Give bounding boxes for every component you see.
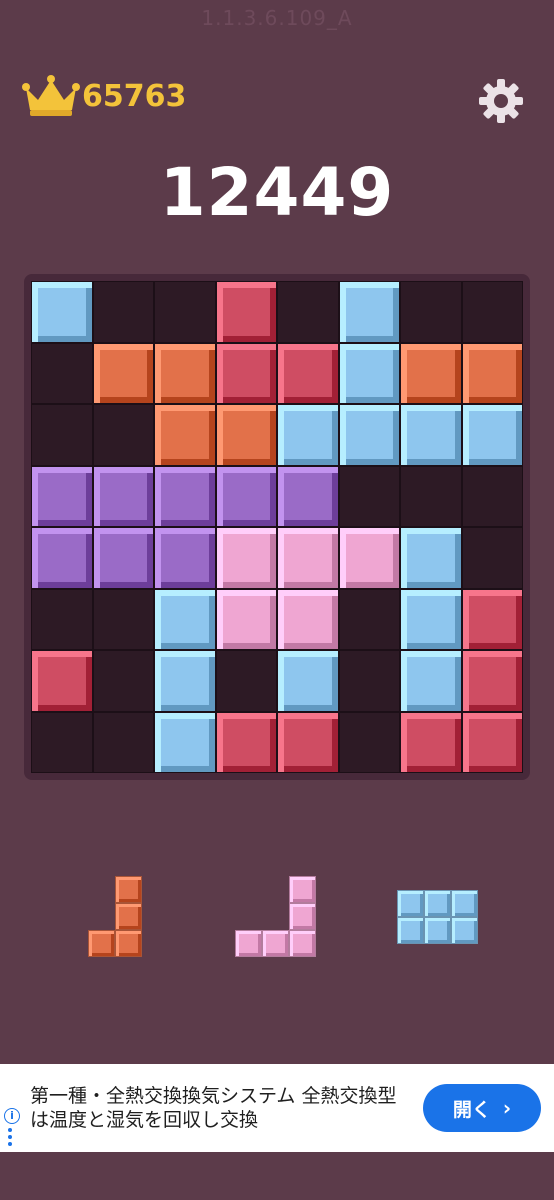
piece-slot-3[interactable] (397, 860, 487, 970)
board-cell-red[interactable] (215, 711, 277, 773)
board-cell-orange[interactable] (92, 342, 154, 404)
board-cell-red[interactable] (215, 281, 277, 343)
board-cell-empty[interactable] (31, 588, 93, 650)
ad-text[interactable]: 第一種・全熱交換換気システム 全熱交換型は温度と湿気を回収し交換 (30, 1084, 400, 1132)
board-cell-empty[interactable] (400, 281, 462, 343)
piece-block-blue[interactable] (451, 890, 478, 917)
board-cell-pink[interactable] (215, 527, 277, 589)
board-cell-blue[interactable] (277, 650, 339, 712)
ad-banner[interactable]: i 第一種・全熱交換換気システム 全熱交換型は温度と湿気を回収し交換 開く › (0, 1064, 554, 1152)
board-cell-purple[interactable] (92, 465, 154, 527)
board-cell-blue[interactable] (277, 404, 339, 466)
board-cell-purple[interactable] (154, 465, 216, 527)
piece-block-orange[interactable] (88, 930, 115, 957)
board-cell-empty[interactable] (461, 465, 523, 527)
board-cell-empty[interactable] (92, 281, 154, 343)
crown-icon (22, 75, 80, 116)
board-cell-blue[interactable] (338, 404, 400, 466)
board-cell-blue[interactable] (338, 342, 400, 404)
board-cell-empty[interactable] (215, 650, 277, 712)
board-cell-blue[interactable] (400, 650, 462, 712)
board-cell-empty[interactable] (461, 281, 523, 343)
board-cell-orange[interactable] (154, 404, 216, 466)
board-cell-orange[interactable] (400, 342, 462, 404)
board-cell-empty[interactable] (154, 281, 216, 343)
board-cell-red[interactable] (400, 711, 462, 773)
board-cell-purple[interactable] (277, 465, 339, 527)
piece-block-pink[interactable] (262, 930, 289, 957)
piece-block-blue[interactable] (397, 917, 424, 944)
ad-open-label: 開く (452, 1098, 491, 1121)
bottom-strip (0, 1152, 554, 1200)
board-cell-blue[interactable] (400, 404, 462, 466)
board-cell-blue[interactable] (154, 588, 216, 650)
board-cell-red[interactable] (461, 588, 523, 650)
piece-slot-1[interactable] (88, 860, 178, 970)
board-cell-blue[interactable] (461, 404, 523, 466)
piece-block-blue[interactable] (451, 917, 478, 944)
board-cell-empty[interactable] (400, 465, 462, 527)
board-cell-purple[interactable] (92, 527, 154, 589)
board-cell-empty[interactable] (338, 588, 400, 650)
best-score: 65763 (22, 74, 186, 118)
board-cell-empty[interactable] (338, 650, 400, 712)
board-cell-blue[interactable] (400, 527, 462, 589)
board-cell-blue[interactable] (154, 650, 216, 712)
board-cell-pink[interactable] (338, 527, 400, 589)
board-cell-purple[interactable] (31, 527, 93, 589)
chevron-right-icon: › (502, 1096, 512, 1120)
board-cell-empty[interactable] (92, 404, 154, 466)
board-cell-red[interactable] (215, 342, 277, 404)
piece-block-pink[interactable] (289, 876, 316, 903)
board-cell-empty[interactable] (461, 527, 523, 589)
board-cell-empty[interactable] (31, 342, 93, 404)
more-dots-icon[interactable] (8, 1128, 14, 1149)
board-cell-purple[interactable] (154, 527, 216, 589)
board-cell-purple[interactable] (215, 465, 277, 527)
board-cell-empty[interactable] (92, 711, 154, 773)
board-cell-orange[interactable] (154, 342, 216, 404)
board-cell-empty[interactable] (338, 711, 400, 773)
board-cell-pink[interactable] (277, 588, 339, 650)
board-grid[interactable] (31, 281, 523, 773)
current-score: 12449 (159, 154, 395, 231)
game-board[interactable] (24, 274, 530, 780)
board-cell-red[interactable] (277, 711, 339, 773)
ad-open-button[interactable]: 開く › (423, 1084, 541, 1132)
best-score-value: 65763 (82, 78, 187, 114)
piece-block-blue[interactable] (424, 917, 451, 944)
board-cell-purple[interactable] (31, 465, 93, 527)
board-cell-blue[interactable] (31, 281, 93, 343)
piece-block-blue[interactable] (424, 890, 451, 917)
piece-block-pink[interactable] (289, 903, 316, 930)
board-cell-blue[interactable] (154, 711, 216, 773)
gear-icon[interactable] (478, 78, 524, 124)
board-cell-blue[interactable] (400, 588, 462, 650)
board-cell-pink[interactable] (215, 588, 277, 650)
board-cell-red[interactable] (277, 342, 339, 404)
board-cell-red[interactable] (461, 711, 523, 773)
piece-block-pink[interactable] (289, 930, 316, 957)
board-cell-orange[interactable] (215, 404, 277, 466)
board-cell-red[interactable] (461, 650, 523, 712)
board-cell-pink[interactable] (277, 527, 339, 589)
board-cell-empty[interactable] (31, 404, 93, 466)
board-cell-red[interactable] (31, 650, 93, 712)
board-cell-empty[interactable] (92, 650, 154, 712)
board-cell-empty[interactable] (31, 711, 93, 773)
piece-block-orange[interactable] (115, 903, 142, 930)
piece-block-orange[interactable] (115, 876, 142, 903)
piece-block-blue[interactable] (397, 890, 424, 917)
info-icon[interactable]: i (4, 1108, 20, 1124)
piece-slot-2[interactable] (235, 860, 325, 970)
piece-block-orange[interactable] (115, 930, 142, 957)
board-cell-empty[interactable] (277, 281, 339, 343)
board-cell-empty[interactable] (338, 465, 400, 527)
board-cell-blue[interactable] (338, 281, 400, 343)
board-cell-empty[interactable] (92, 588, 154, 650)
version-label: 1.1.3.6.109_A (201, 6, 353, 30)
board-cell-orange[interactable] (461, 342, 523, 404)
piece-block-pink[interactable] (235, 930, 262, 957)
